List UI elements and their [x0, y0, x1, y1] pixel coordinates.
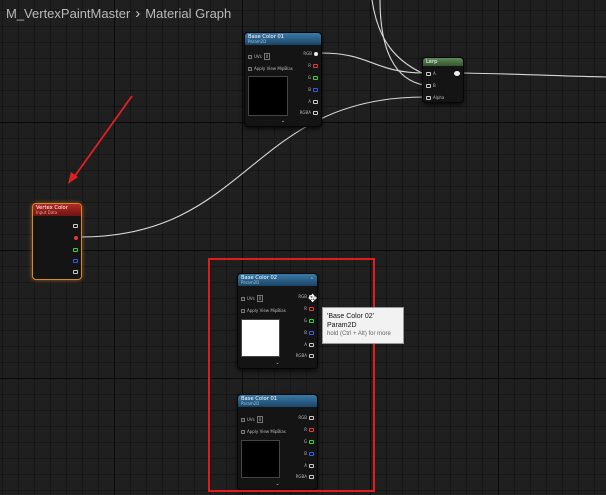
- mip-bias-checkbox[interactable]: [248, 66, 252, 71]
- pin-tooltip: 'Base Color 02' Param2D hold (Ctrl + Alt…: [322, 307, 404, 344]
- node-header[interactable]: Vertex Color Input Data: [33, 204, 81, 216]
- pin-rgb[interactable]: [73, 224, 78, 228]
- node-title: Lerp: [426, 59, 438, 65]
- mip-bias-label: Apply View MipBias: [254, 66, 293, 71]
- pin-rgb[interactable]: RGB: [303, 51, 318, 56]
- pin-a[interactable]: A: [308, 99, 318, 104]
- node-subtitle: Param2D: [248, 39, 267, 44]
- annotation-arrow: [71, 95, 133, 181]
- pin-rgba[interactable]: RGBA: [300, 110, 318, 115]
- tooltip-title: 'Base Color 02': [327, 313, 375, 320]
- mip-bias-row[interactable]: Apply View MipBias: [248, 66, 293, 71]
- vertex-color-node[interactable]: Vertex Color Input Data: [32, 203, 82, 280]
- lerp-pin-b[interactable]: B: [426, 83, 436, 88]
- tooltip-type: Param2D: [327, 322, 357, 329]
- wire-rgb-to-lerp-a: [321, 52, 425, 74]
- tooltip-hint: hold (Ctrl + Alt) for more: [327, 331, 391, 337]
- lerp-pin-alpha[interactable]: Alpha: [426, 95, 444, 100]
- node-subtitle: Input Data: [36, 210, 58, 215]
- pin-r[interactable]: [74, 236, 78, 240]
- uvs-row[interactable]: UVs 0: [248, 53, 271, 60]
- pin-b[interactable]: B: [308, 87, 318, 92]
- pin-g[interactable]: G: [308, 75, 318, 80]
- node-header[interactable]: Base Color 01 Param2D: [245, 33, 321, 45]
- uvs-value-field[interactable]: 0: [263, 53, 271, 60]
- annotation-highlight-box: [208, 258, 375, 492]
- pin-a[interactable]: [73, 270, 78, 274]
- node-header[interactable]: Lerp: [423, 58, 463, 66]
- move-cursor-icon: ✥: [308, 292, 318, 305]
- pin-g[interactable]: [73, 248, 78, 252]
- base-color-01-node[interactable]: Base Color 01 Param2D UVs 0 Apply View M…: [244, 32, 322, 127]
- uvs-pin-icon[interactable]: [248, 54, 252, 59]
- pin-r[interactable]: R: [308, 63, 318, 68]
- chevron-down-icon[interactable]: ⌄: [245, 118, 321, 124]
- wire-lerp-out: [461, 72, 606, 78]
- lerp-result-pin[interactable]: [454, 71, 460, 76]
- lerp-node[interactable]: Lerp A B Alpha: [422, 57, 464, 103]
- uvs-label: UVs: [254, 54, 262, 59]
- wire-vertical-top: [371, 0, 423, 74]
- lerp-pin-a[interactable]: A: [426, 71, 436, 76]
- texture-preview: [248, 76, 288, 116]
- pin-b[interactable]: [73, 259, 78, 263]
